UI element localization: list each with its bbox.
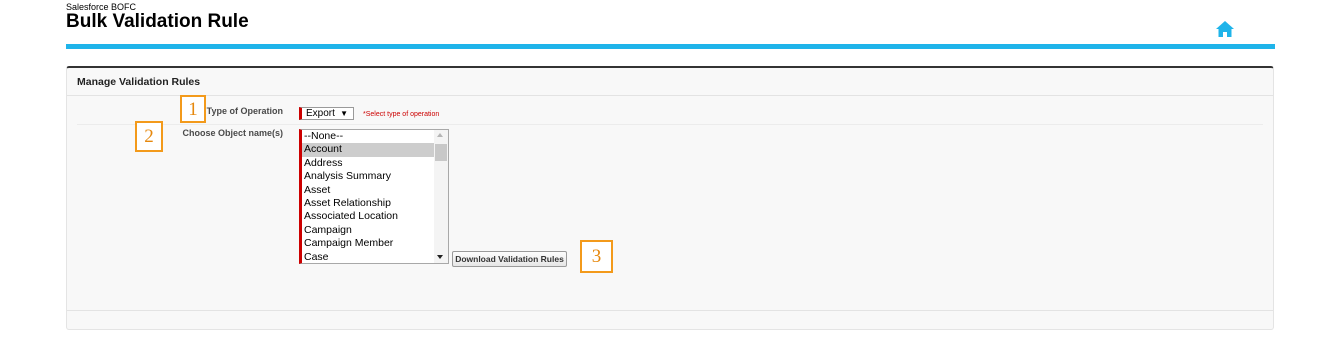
home-icon[interactable] [1216, 21, 1234, 37]
callout-2: 2 [135, 121, 163, 152]
chevron-down-icon: ▼ [340, 109, 348, 118]
object-option[interactable]: Case [302, 251, 434, 263]
object-option[interactable]: --None-- [302, 130, 434, 143]
object-option[interactable]: Address [302, 157, 434, 170]
scrollbar-thumb[interactable] [435, 144, 447, 161]
object-option[interactable]: Asset [302, 184, 434, 197]
section-footer-divider [67, 310, 1273, 311]
callout-1: 1 [180, 95, 206, 123]
header-accent-bar [66, 44, 1275, 49]
section-title: Manage Validation Rules [77, 76, 201, 88]
operation-hint: *Select type of operation [363, 111, 440, 118]
download-validation-rules-button[interactable]: Download Validation Rules [452, 251, 567, 267]
object-option[interactable]: Account [302, 143, 434, 157]
object-option[interactable]: Asset Relationship [302, 197, 434, 210]
operation-select-value: Export [306, 108, 335, 119]
page-title: Bulk Validation Rule [66, 11, 249, 32]
callout-3: 3 [580, 240, 613, 273]
section-divider [67, 95, 1273, 96]
object-list: --None-- Account Address Analysis Summary As… [302, 130, 448, 263]
object-option[interactable]: Analysis Summary [302, 170, 434, 183]
scroll-down-icon[interactable] [437, 255, 443, 259]
row-divider [77, 124, 1263, 125]
object-label: Choose Object name(s) [182, 128, 283, 138]
manage-validation-rules-section: Manage Validation Rules Type of Operatio… [66, 66, 1274, 330]
operation-select[interactable]: Export ▼ [299, 107, 354, 120]
scroll-up-icon[interactable] [437, 133, 443, 137]
object-option[interactable]: Campaign Member [302, 237, 434, 250]
object-option[interactable]: Associated Location [302, 210, 434, 223]
object-option[interactable]: Campaign [302, 224, 434, 237]
object-list-scrollbar[interactable] [434, 130, 448, 263]
object-multiselect[interactable]: --None-- Account Address Analysis Summary As… [299, 129, 449, 264]
